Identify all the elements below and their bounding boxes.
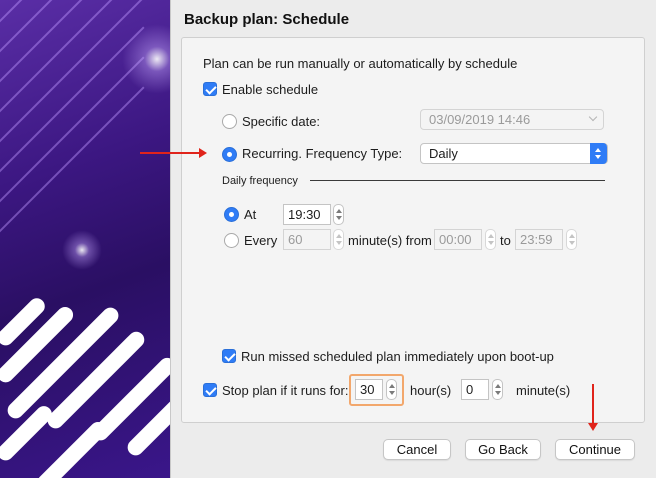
stop-plan-checkbox[interactable]: [203, 383, 217, 397]
section-divider: [310, 180, 605, 181]
specific-date-value: 03/09/2019 14:46: [429, 112, 531, 127]
at-time-field[interactable]: 19:30: [283, 204, 331, 225]
intro-text: Plan can be run manually or automaticall…: [203, 56, 518, 71]
at-radio[interactable]: [224, 207, 239, 222]
schedule-panel: Plan can be run manually or automaticall…: [181, 37, 645, 423]
wizard-pane: Backup plan: Schedule Plan can be run ma…: [170, 0, 656, 478]
recurring-label[interactable]: Recurring. Frequency Type:: [242, 146, 402, 161]
stop-minutes-stepper[interactable]: [492, 379, 503, 400]
every-label[interactable]: Every: [244, 233, 277, 248]
run-missed-checkbox[interactable]: [222, 349, 236, 363]
run-missed-label[interactable]: Run missed scheduled plan immediately up…: [241, 349, 554, 364]
from-time-stepper[interactable]: [485, 229, 496, 250]
stop-plan-label[interactable]: Stop plan if it runs for:: [222, 383, 348, 398]
specific-date-select[interactable]: 03/09/2019 14:46: [420, 109, 604, 130]
at-label[interactable]: At: [244, 207, 256, 222]
frequency-type-select[interactable]: Daily: [420, 143, 608, 164]
specific-date-label[interactable]: Specific date:: [242, 114, 320, 129]
stop-minutes-field[interactable]: 0: [461, 379, 489, 400]
every-minutes-field[interactable]: 60: [283, 229, 331, 250]
hours-label: hour(s): [410, 383, 452, 398]
stop-hours-field[interactable]: 30: [355, 379, 383, 400]
enable-schedule-label[interactable]: Enable schedule: [222, 82, 318, 97]
red-arrow-annotation: [588, 384, 598, 431]
red-arrow-annotation: [140, 148, 207, 158]
daily-frequency-label: Daily frequency: [222, 175, 298, 187]
specific-date-radio[interactable]: [222, 114, 237, 129]
cancel-button[interactable]: Cancel: [383, 439, 451, 460]
go-back-button[interactable]: Go Back: [465, 439, 541, 460]
minutes-label: minute(s): [516, 383, 571, 398]
continue-button[interactable]: Continue: [555, 439, 635, 460]
from-time-field[interactable]: 00:00: [434, 229, 482, 250]
to-time-field[interactable]: 23:59: [515, 229, 563, 250]
every-radio[interactable]: [224, 233, 239, 248]
recurring-radio[interactable]: [222, 147, 237, 162]
page-title: Backup plan: Schedule: [184, 11, 350, 28]
every-minutes-stepper[interactable]: [333, 229, 344, 250]
minutes-from-label: minute(s) from: [348, 233, 432, 248]
decorative-banner: [0, 0, 170, 478]
stepper-arrows-icon: [590, 143, 607, 164]
chevron-down-icon: [586, 109, 603, 130]
to-time-stepper[interactable]: [566, 229, 577, 250]
frequency-type-value: Daily: [429, 146, 458, 161]
to-label: to: [500, 233, 511, 248]
stop-hours-stepper[interactable]: [386, 379, 397, 400]
at-time-stepper[interactable]: [333, 204, 344, 225]
enable-schedule-checkbox[interactable]: [203, 82, 217, 96]
